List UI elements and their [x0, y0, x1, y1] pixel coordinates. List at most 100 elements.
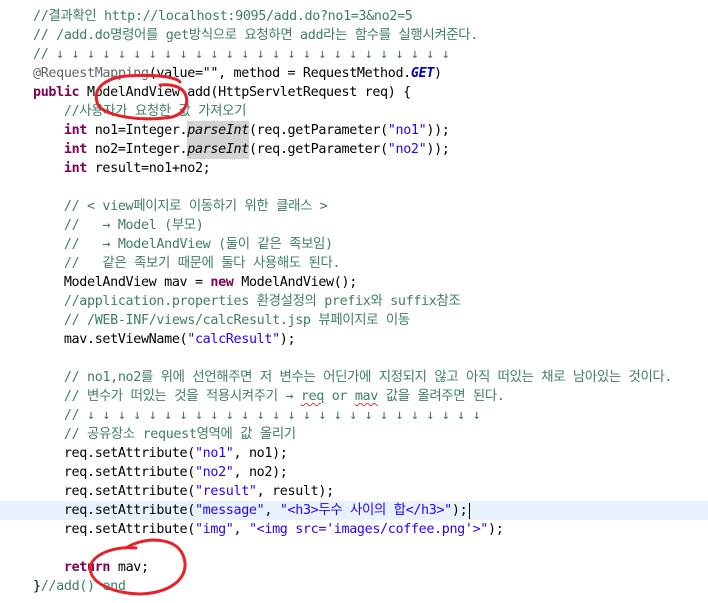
code-line[interactable]: // 같은 족보기 때문에 둘다 사용해도 된다. [0, 254, 708, 273]
code-token: parseInt [187, 121, 249, 140]
code-line[interactable]: //application.properties 환경설정의 prefix와 s… [0, 292, 708, 311]
code-token: "calcResult" [187, 332, 280, 347]
code-line[interactable]: req.setAttribute("result", result); [0, 482, 708, 501]
code-line[interactable] [0, 178, 708, 197]
text-caret [469, 503, 471, 519]
code-line[interactable]: int no1=Integer. parseInt (req.getParamete… [0, 121, 708, 140]
code-token: req [300, 389, 324, 404]
code-token: int [63, 161, 87, 176]
code-token: // no1,no2를 위에 선언해주면 저 변수는 어딘가에 지정되지 않고 … [63, 370, 673, 385]
code-token: mav.setViewName( [33, 332, 188, 347]
code-line[interactable]: req.setAttribute("no1", no1); [0, 444, 708, 463]
code-token: // 같은 족보기 때문에 둘다 사용해도 된다. [63, 256, 341, 271]
code-token: ); [451, 503, 468, 518]
code-line[interactable]: // /add.do명령어를 get방식으로 요청하면 add라는 함수를 실행… [0, 26, 708, 45]
code-token: int [63, 123, 87, 138]
code-line[interactable]: @RequestMapping (value="", method = Reque… [0, 64, 708, 83]
code-token: (req.getParameter( [248, 123, 388, 138]
code-token: "result" [194, 484, 257, 499]
code-line[interactable] [0, 539, 708, 558]
code-token: //사용자가 요청한 값 가져오기 [63, 104, 247, 119]
code-token: "<img src='images/coffee.png'>" [248, 522, 489, 537]
code-token: 값을 올려주면 된다. [377, 389, 505, 404]
code-line[interactable]: // no1,no2를 위에 선언해주면 저 변수는 어딘가에 지정되지 않고 … [0, 368, 708, 387]
code-token: (req.getParameter( [248, 142, 388, 157]
code-token: )); [426, 123, 450, 138]
code-token: "no2" [387, 142, 427, 157]
code-editor[interactable]: //결과확인 http://localhost:9095/add.do?no1=… [0, 0, 708, 603]
code-token: ); [279, 332, 296, 347]
code-line[interactable]: ModelAndView mav = new ModelAndView(); [0, 273, 708, 292]
code-line[interactable]: // < view페이지로 이동하기 위한 클래스 > [0, 197, 708, 216]
code-line[interactable]: req.setAttribute("img", "<img src='image… [0, 520, 708, 539]
code-line[interactable]: // → ModelAndView (둘이 같은 족보임) [0, 235, 708, 254]
code-line[interactable]: //사용자가 요청한 값 가져오기 [0, 102, 708, 121]
code-token: // < view페이지로 이동하기 위한 클래스 > [63, 199, 328, 214]
code-token: // 공유장소 request영역에 값 올리기 [63, 427, 296, 442]
code-token: parseInt [187, 140, 249, 159]
code-line[interactable]: // 변수가 떠있는 것을 적용시켜주기 → req or mav 값을 올려주… [0, 387, 708, 406]
code-token: } [33, 579, 41, 594]
code-token: GET [410, 66, 435, 81]
code-token: ); [488, 522, 504, 537]
code-token: , no2); [233, 465, 288, 480]
code-token: "message" [194, 503, 265, 518]
code-token: // → Model (부모) [63, 218, 204, 233]
code-line[interactable]: // 공유장소 request영역에 값 올리기 [0, 425, 708, 444]
code-token: , no1); [233, 446, 288, 461]
code-token: , [233, 522, 249, 537]
code-token: //결과확인 http://localhost:9095/add.do?no1=… [33, 9, 413, 24]
code-token: req.setAttribute( [33, 503, 195, 518]
code-line[interactable]: req.setAttribute("no2", no2); [0, 463, 708, 482]
code-token: "img" [194, 522, 234, 537]
code-line[interactable] [0, 349, 708, 368]
code-line[interactable]: int result=no1+no2; [0, 159, 708, 178]
code-token: // /add.do명령어를 get방식으로 요청하면 add라는 함수를 실행… [33, 28, 478, 43]
code-token: , result); [256, 484, 334, 499]
code-token: "no1" [387, 123, 427, 138]
code-token: //application.properties 환경설정의 prefix와 s… [63, 294, 461, 309]
code-line[interactable]: }//add() end [0, 577, 708, 596]
code-token: "<h3>두수 사이의 합</h3>" [279, 503, 452, 518]
code-line[interactable]: // /WEB-INF/views/calcResult.jsp 뷰페이지로 이… [0, 311, 708, 330]
code-token: or [323, 389, 355, 404]
code-token: @RequestMapping [33, 66, 149, 81]
code-token: ) [434, 66, 442, 81]
code-line[interactable]: req.setAttribute("message", "<h3>두수 사이의 … [0, 501, 708, 520]
code-token: req.setAttribute( [33, 465, 195, 480]
code-token: result=no1+no2; [87, 161, 211, 176]
code-token: )); [426, 142, 450, 157]
code-line[interactable]: //결과확인 http://localhost:9095/add.do?no1=… [0, 7, 708, 26]
code-token: req.setAttribute( [33, 446, 195, 461]
code-token: // ↓ ↓ ↓ ↓ ↓ ↓ ↓ ↓ ↓ ↓ ↓ ↓ ↓ ↓ ↓ ↓ ↓ ↓ ↓… [33, 47, 450, 62]
code-line[interactable]: // ↓ ↓ ↓ ↓ ↓ ↓ ↓ ↓ ↓ ↓ ↓ ↓ ↓ ↓ ↓ ↓ ↓ ↓ ↓… [0, 406, 708, 425]
code-token: "no1" [194, 446, 234, 461]
code-token: , [264, 503, 280, 518]
code-line[interactable]: public ModelAndView add(HttpServletReque… [0, 83, 708, 102]
code-token: // 변수가 떠있는 것을 적용시켜주기 → [63, 389, 301, 404]
code-line[interactable]: return mav; [0, 558, 708, 577]
code-token: req.setAttribute( [33, 522, 195, 537]
code-line[interactable]: int no2=Integer. parseInt (req.getParamete… [0, 140, 708, 159]
code-token: return [63, 560, 111, 575]
code-token: int [63, 142, 87, 157]
code-line[interactable]: mav.setViewName("calcResult"); [0, 330, 708, 349]
code-token: no2=Integer. [87, 142, 188, 157]
code-token: mav [354, 389, 378, 404]
code-token: new [210, 275, 234, 290]
code-line[interactable]: // ↓ ↓ ↓ ↓ ↓ ↓ ↓ ↓ ↓ ↓ ↓ ↓ ↓ ↓ ↓ ↓ ↓ ↓ ↓… [0, 45, 708, 64]
code-token: // /WEB-INF/views/calcResult.jsp 뷰페이지로 이… [63, 313, 410, 328]
code-token: ModelAndView(); [233, 275, 357, 290]
code-line[interactable]: // → Model (부모) [0, 216, 708, 235]
